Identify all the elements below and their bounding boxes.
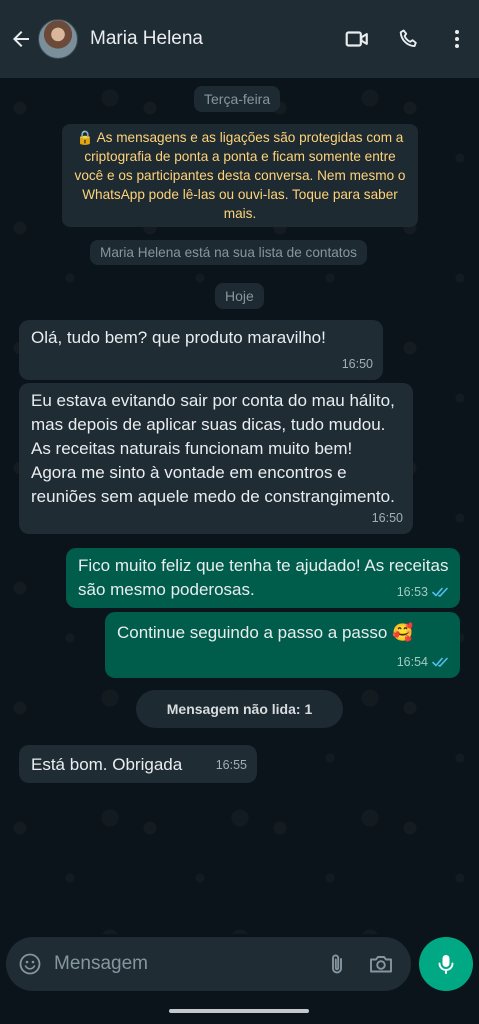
avatar[interactable] — [38, 19, 78, 59]
message-bubble[interactable]: Olá, tudo bem? que produto maravilho! 16… — [19, 320, 383, 380]
chat-header: Maria Helena — [0, 0, 479, 78]
attach-icon — [332, 954, 342, 974]
message-input[interactable]: Mensagem — [54, 953, 315, 975]
unread-divider: Mensagem não lida: 1 — [136, 690, 343, 728]
phone-icon — [399, 29, 417, 48]
camera-button[interactable] — [359, 937, 403, 991]
message-time: 16:50 — [341, 357, 373, 371]
message-meta: 16:50 — [372, 506, 403, 530]
message-bubble[interactable]: Eu estava evitando sair por conta do mau… — [19, 383, 413, 534]
message-text: Continue seguindo a passo a passo 🥰 — [117, 623, 414, 642]
message-composer: Mensagem — [6, 937, 411, 991]
camera-icon — [370, 956, 392, 973]
video-call-button[interactable] — [331, 0, 383, 78]
back-button[interactable] — [4, 0, 38, 78]
message-meta: 16:55 — [216, 753, 247, 777]
home-indicator[interactable] — [169, 1009, 309, 1013]
message-time: 16:55 — [215, 758, 247, 772]
voice-message-button[interactable] — [419, 937, 473, 991]
date-divider: Hoje — [215, 283, 264, 309]
mic-icon — [438, 955, 454, 974]
emoji-icon — [19, 953, 41, 975]
contact-name[interactable]: Maria Helena — [90, 28, 331, 50]
more-options-button[interactable] — [435, 0, 479, 78]
message-text: Fico muito feliz que tenha te ajudado! A… — [78, 556, 449, 599]
video-call-icon — [345, 31, 368, 47]
message-time: 16:50 — [371, 511, 403, 525]
message-bubble[interactable]: Continue seguindo a passo a passo 🥰 16:5… — [105, 612, 460, 678]
emoji-button[interactable] — [6, 937, 54, 991]
message-meta: 16:53 — [397, 580, 450, 604]
message-meta: 16:50 — [342, 352, 373, 376]
message-bubble[interactable]: Está bom. Obrigada 16:55 — [19, 745, 257, 783]
contact-notice: Maria Helena está na sua lista de contat… — [90, 240, 367, 265]
back-arrow-icon — [13, 31, 29, 47]
message-text: Está bom. Obrigada — [31, 755, 183, 774]
date-divider: Terça-feira — [194, 86, 281, 112]
message-text: Eu estava evitando sair por conta do mau… — [31, 391, 395, 506]
message-text: Olá, tudo bem? que produto maravilho! — [31, 328, 326, 347]
message-time: 16:53 — [396, 585, 428, 599]
message-time: 16:54 — [396, 655, 428, 669]
message-bubble[interactable]: Fico muito feliz que tenha te ajudado! A… — [66, 548, 460, 608]
read-ticks-icon — [432, 587, 448, 597]
message-meta: 16:54 — [397, 650, 450, 674]
voice-call-button[interactable] — [383, 0, 435, 78]
read-ticks-icon — [432, 657, 448, 667]
encryption-notice[interactable]: 🔒 As mensagens e as ligações são protegi… — [62, 124, 418, 227]
more-vert-icon — [455, 30, 459, 48]
attach-button[interactable] — [315, 937, 359, 991]
